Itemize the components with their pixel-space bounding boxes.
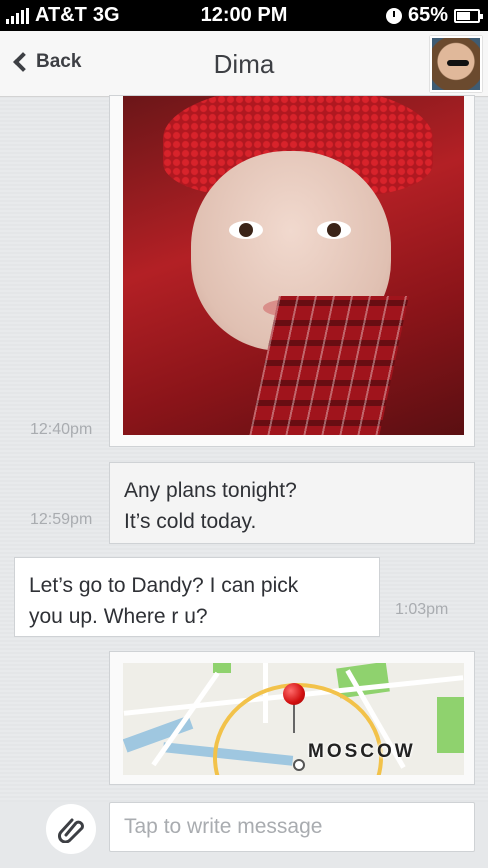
message-input[interactable] bbox=[109, 802, 475, 852]
message-line: you up. Where r u? bbox=[29, 605, 208, 628]
map-city-label: Moscow bbox=[308, 741, 416, 762]
photo-message[interactable] bbox=[109, 95, 475, 447]
message-composer bbox=[0, 802, 488, 868]
photo-eye-left bbox=[229, 221, 263, 239]
conversation-title: Dima bbox=[213, 49, 275, 79]
message-time: 12:59pm bbox=[30, 511, 93, 528]
alarm-clock-icon bbox=[385, 7, 402, 24]
avatar-sunglasses bbox=[447, 60, 469, 66]
chat-thread[interactable]: 12:40pm 12:59pm Any plans tonight? It’s … bbox=[0, 95, 488, 802]
message-time: 12:40pm bbox=[30, 421, 93, 438]
status-bar: AT&T 3G 12:00 PM 65% bbox=[0, 0, 488, 31]
metro-icon bbox=[293, 759, 305, 771]
battery-fill bbox=[457, 11, 470, 20]
message-time: 1:03pm bbox=[395, 601, 449, 618]
map-park bbox=[437, 697, 464, 753]
map-pin-icon bbox=[283, 683, 305, 705]
message-line: Any plans tonight? bbox=[124, 479, 297, 502]
map-pin-stick bbox=[293, 703, 295, 733]
contact-avatar[interactable] bbox=[430, 36, 482, 92]
battery-percent: 65% bbox=[407, 4, 448, 26]
photo-eye-right bbox=[317, 221, 351, 239]
message-line: It’s cold today. bbox=[124, 510, 257, 533]
location-map[interactable]: Moscow bbox=[123, 663, 464, 775]
nav-bar: Back Dima bbox=[0, 31, 488, 97]
battery-icon bbox=[454, 8, 483, 23]
incoming-text-message[interactable]: Let’s go to Dandy? I can pick you up. Wh… bbox=[14, 557, 380, 637]
message-line: Let’s go to Dandy? I can pick bbox=[29, 574, 299, 597]
outgoing-text-message[interactable]: Any plans tonight? It’s cold today. bbox=[109, 462, 475, 544]
message-photo[interactable] bbox=[123, 96, 464, 435]
paperclip-icon bbox=[58, 818, 84, 843]
location-message[interactable]: Moscow bbox=[109, 651, 475, 785]
status-right: 65% bbox=[385, 4, 483, 27]
attach-button[interactable] bbox=[46, 804, 96, 854]
